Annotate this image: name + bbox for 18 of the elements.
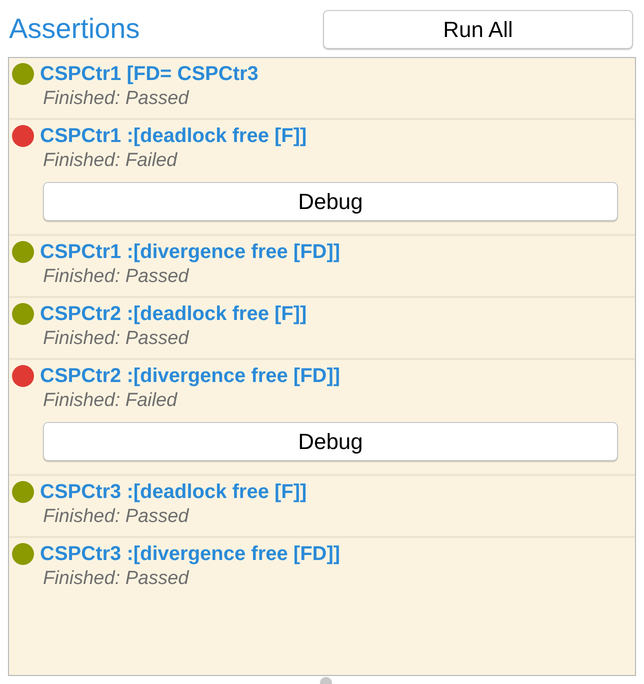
run-all-button[interactable]: Run All [323,10,633,48]
assertion-name: CSPCtr2 :[deadlock free [F]] [40,302,307,327]
assertion-name: CSPCtr3 :[deadlock free [F]] [40,480,307,505]
assertion-name: CSPCtr3 :[divergence free [FD]] [40,542,340,567]
assertion-status: Finished: Passed [43,567,190,591]
debug-button[interactable]: Debug [43,182,618,221]
assertion-status: Finished: Passed [43,327,190,351]
assertion-name: CSPCtr1 [FD= CSPCtr3 [40,62,258,87]
assertion-status: Finished: Failed [43,389,178,413]
assertion-status: Finished: Passed [43,505,190,529]
assertion-status: Finished: Passed [43,265,190,289]
assertion-name: CSPCtr1 :[deadlock free [F]] [40,124,307,149]
assertion-status: Finished: Failed [43,149,178,173]
debug-button[interactable]: Debug [43,422,618,461]
assertion-status: Finished: Passed [43,87,190,111]
panel-title: Assertions [9,12,140,46]
assertion-name: CSPCtr1 :[divergence free [FD]] [40,240,340,265]
assertion-name: CSPCtr2 :[divergence free [FD]] [40,364,340,389]
